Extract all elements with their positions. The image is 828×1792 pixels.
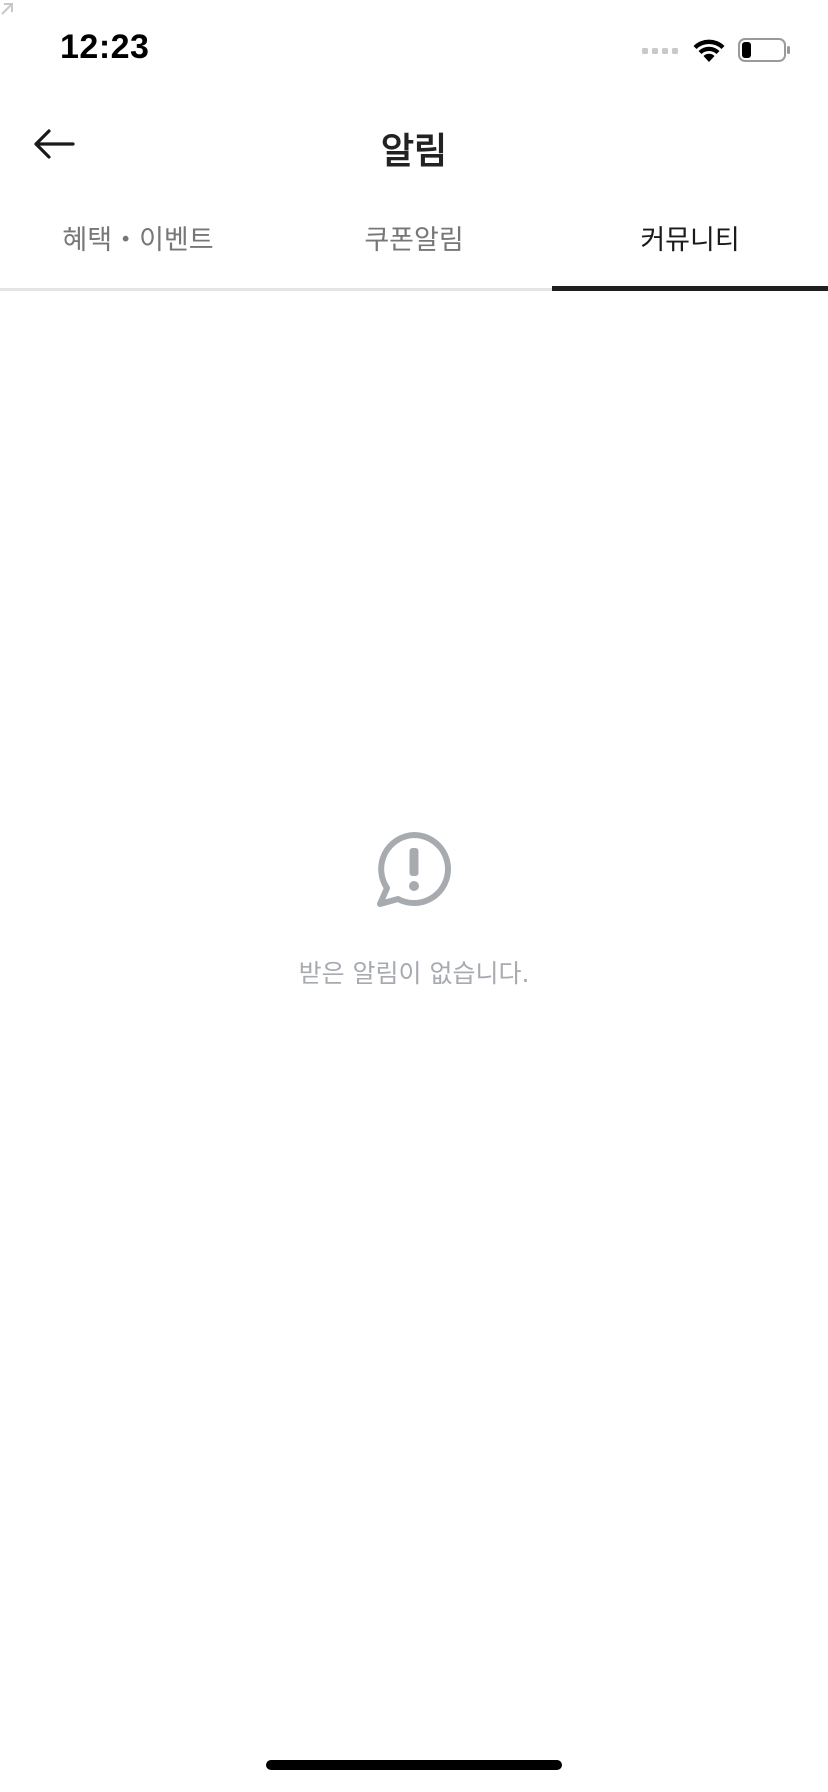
- page-title: 알림: [380, 131, 448, 172]
- navigation-bar: 알림: [0, 100, 828, 188]
- tab-coupon-alerts[interactable]: 쿠폰알림: [276, 194, 552, 288]
- wifi-icon: [693, 39, 725, 62]
- status-time: 12:23: [60, 28, 150, 66]
- tab-label: 쿠폰알림: [364, 224, 464, 256]
- tab-bar: 혜택・이벤트 쿠폰알림 커뮤니티: [0, 194, 828, 291]
- tab-community[interactable]: 커뮤니티: [552, 194, 828, 291]
- status-icons: [642, 34, 792, 66]
- notifications-screen: 12:23 알림 혜택・이벤트 쿠폰알림 커뮤니티 받은 알림이 없습니다.: [0, 0, 828, 1792]
- cellular-signal-icon: [642, 48, 678, 54]
- status-bar: 12:23: [0, 0, 828, 100]
- corner-arrow-icon: [1, 3, 13, 15]
- empty-message: 받은 알림이 없습니다.: [298, 959, 530, 988]
- battery-icon: [738, 38, 790, 62]
- empty-state: 받은 알림이 없습니다.: [0, 830, 828, 990]
- tab-label: 혜택・이벤트: [62, 224, 214, 256]
- tab-benefits-events[interactable]: 혜택・이벤트: [0, 194, 276, 288]
- home-indicator[interactable]: [266, 1760, 562, 1770]
- tab-label: 커뮤니티: [640, 224, 740, 256]
- speech-bubble-exclamation-icon: [377, 832, 451, 907]
